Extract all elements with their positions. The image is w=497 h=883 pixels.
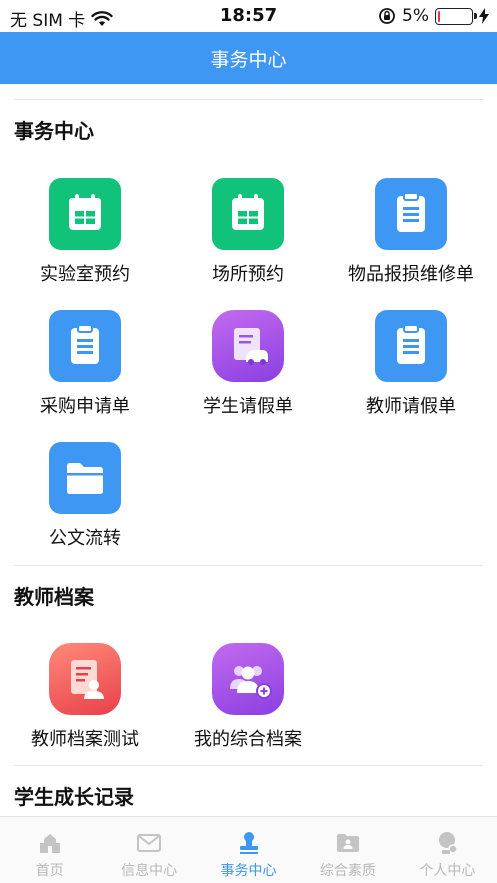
clipboard-icon <box>375 178 447 250</box>
tab-personal-center[interactable]: 个人中心 <box>398 817 497 883</box>
tile-label: 公文流转 <box>49 528 121 549</box>
tile-label: 学生请假单 <box>203 396 293 417</box>
orientation-lock-icon <box>379 8 395 24</box>
charging-bolt-icon <box>479 8 489 24</box>
tile-label: 教师请假单 <box>366 396 456 417</box>
clipboard-icon <box>49 310 121 382</box>
home-icon <box>39 834 60 853</box>
person-icon <box>439 832 459 854</box>
divider <box>14 765 483 766</box>
section-title-teacher-archive: 教师档案 <box>14 585 94 609</box>
tab-home[interactable]: 首页 <box>0 817 99 883</box>
group-add-icon <box>212 643 284 715</box>
tab-comprehensive-quality[interactable]: 综合素质 <box>298 817 397 883</box>
tab-label: 个人中心 <box>419 863 476 879</box>
venue-reservation-tile[interactable]: 场所预约 <box>166 178 330 298</box>
tile-label: 采购申请单 <box>40 396 130 417</box>
tab-bar: 首页 信息中心 事务中心 综合素质 个人中心 <box>0 816 497 883</box>
tile-label: 我的综合档案 <box>194 729 302 750</box>
purchase-request-tile[interactable]: 采购申请单 <box>3 310 167 430</box>
clipboard-icon <box>375 310 447 382</box>
folder-icon <box>49 442 121 514</box>
section-title-affairs: 事务中心 <box>14 119 94 143</box>
tile-label: 实验室预约 <box>40 264 130 285</box>
folder-user-icon <box>336 834 359 852</box>
section-title-student-growth: 学生成长记录 <box>14 785 134 809</box>
navigation-bar: 事务中心 <box>0 32 497 84</box>
student-leave-tile[interactable]: 学生请假单 <box>166 310 330 430</box>
page-title: 事务中心 <box>210 49 287 71</box>
tab-label: 首页 <box>35 863 64 879</box>
profile-document-icon <box>49 643 121 715</box>
my-comprehensive-archive-tile[interactable]: 我的综合档案 <box>166 643 330 763</box>
calendar-icon <box>212 178 284 250</box>
repair-request-tile[interactable]: 物品报损维修单 <box>329 178 493 298</box>
teacher-archive-test-tile[interactable]: 教师档案测试 <box>3 643 167 763</box>
tile-label: 场所预约 <box>212 264 284 285</box>
tile-label: 教师档案测试 <box>31 729 139 750</box>
tab-info-center[interactable]: 信息中心 <box>99 817 198 883</box>
divider <box>14 565 483 566</box>
status-bar: 无 SIM 卡 18:57 5% <box>0 0 497 32</box>
status-right: 5% <box>378 6 489 26</box>
tab-label: 事务中心 <box>220 863 277 879</box>
tab-label: 信息中心 <box>121 863 178 879</box>
stamp-icon <box>239 832 258 854</box>
document-circulation-tile[interactable]: 公文流转 <box>3 442 167 562</box>
battery-icon <box>435 7 477 25</box>
teacher-leave-tile[interactable]: 教师请假单 <box>329 310 493 430</box>
lab-reservation-tile[interactable]: 实验室预约 <box>3 178 167 298</box>
tab-label: 综合素质 <box>319 863 376 879</box>
leave-form-icon <box>212 310 284 382</box>
tile-label: 物品报损维修单 <box>348 264 474 285</box>
tab-affairs-center[interactable]: 事务中心 <box>199 817 298 883</box>
calendar-icon <box>49 178 121 250</box>
divider <box>14 99 483 100</box>
battery-percent: 5% <box>402 6 429 26</box>
battery-level <box>438 10 440 22</box>
mail-icon <box>137 834 162 852</box>
